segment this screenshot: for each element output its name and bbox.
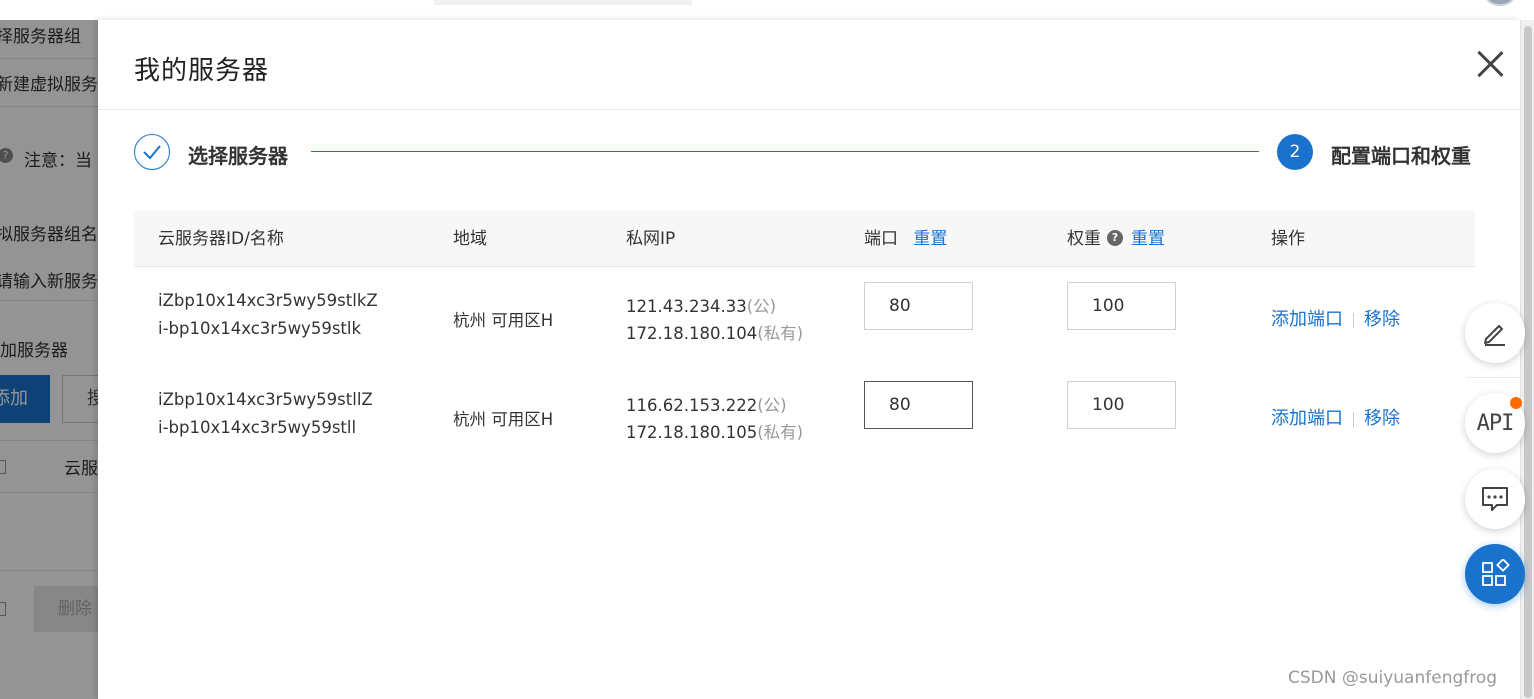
step-select-server: 选择服务器: [188, 144, 288, 168]
col-private-ip: 私网IP: [626, 229, 676, 249]
modal-overlay[interactable]: [0, 20, 98, 699]
port-reset-link[interactable]: 重置: [913, 229, 947, 249]
server-name: iZbp10x14xc3r5wy59stlkZ: [158, 291, 378, 310]
feedback-button[interactable]: [1465, 469, 1525, 529]
row-actions: 添加端口 移除: [1271, 305, 1400, 331]
table-row: iZbp10x14xc3r5wy59stlkZ i-bp10x14xc3r5wy…: [134, 267, 1475, 366]
watermark: CSDN @suiyuanfengfrog: [1288, 668, 1498, 688]
remove-link[interactable]: 移除: [1364, 309, 1400, 330]
notification-dot: [1510, 397, 1522, 409]
private-ip: 172.18.180.104(私有): [626, 324, 804, 343]
table-header: 云服务器ID/名称 地域 私网IP 端口 重置 权重? 重置 操作: [134, 211, 1475, 267]
dialog-title: 我的服务器: [134, 56, 270, 86]
col-port: 端口 重置: [864, 211, 947, 267]
port-input[interactable]: 80: [864, 282, 973, 330]
scrollbar[interactable]: [1520, 20, 1534, 699]
top-bar: [0, 0, 1534, 20]
server-id-link[interactable]: i-bp10x14xc3r5wy59stll: [158, 418, 356, 437]
my-servers-dialog: 我的服务器 选择服务器 2 配置端口和权重 云服务器ID/名称 地域 私网IP …: [98, 20, 1520, 699]
server-region: 杭州 可用区H: [453, 410, 554, 429]
search-bar[interactable]: [434, 0, 692, 5]
divider: [98, 109, 1520, 110]
edit-button[interactable]: [1465, 303, 1525, 363]
scrollbar-thumb[interactable]: [1524, 26, 1532, 698]
table-row: iZbp10x14xc3r5wy59stllZ i-bp10x14xc3r5wy…: [134, 366, 1475, 465]
check-icon: [143, 145, 161, 160]
step-connector: [311, 151, 1259, 152]
apps-icon: [1482, 559, 1510, 586]
step-configure-port-weight: 配置端口和权重: [1331, 144, 1471, 168]
col-actions: 操作: [1271, 229, 1305, 249]
weight-input[interactable]: 100: [1067, 282, 1176, 330]
close-icon[interactable]: [1476, 50, 1504, 78]
remove-link[interactable]: 移除: [1364, 408, 1400, 429]
apps-button[interactable]: [1465, 544, 1525, 604]
public-ip: 116.62.153.222(公): [626, 396, 787, 415]
help-icon[interactable]: ?: [1107, 230, 1123, 246]
add-port-link[interactable]: 添加端口: [1271, 408, 1343, 429]
col-region: 地域: [453, 229, 487, 249]
api-icon: API: [1476, 410, 1515, 436]
add-port-link[interactable]: 添加端口: [1271, 309, 1343, 330]
port-input[interactable]: 80: [864, 381, 973, 429]
weight-reset-link[interactable]: 重置: [1131, 229, 1165, 249]
avatar[interactable]: [1486, 0, 1514, 6]
server-name: iZbp10x14xc3r5wy59stllZ: [158, 390, 373, 409]
col-port-label: 端口: [864, 229, 898, 249]
server-table: 云服务器ID/名称 地域 私网IP 端口 重置 权重? 重置 操作 iZbp10x…: [134, 211, 1475, 465]
step-done-indicator: [134, 134, 170, 170]
col-id-name: 云服务器ID/名称: [158, 229, 284, 249]
step-number-2: 2: [1277, 134, 1313, 170]
edit-icon: [1484, 325, 1505, 346]
private-ip: 172.18.180.105(私有): [626, 423, 804, 442]
col-weight-label: 权重: [1067, 229, 1101, 249]
divider: [1466, 377, 1522, 378]
weight-input[interactable]: 100: [1067, 381, 1176, 429]
server-id-link[interactable]: i-bp10x14xc3r5wy59stlk: [158, 319, 361, 338]
public-ip: 121.43.234.33(公): [626, 297, 777, 316]
chat-icon: [1482, 487, 1508, 511]
row-actions: 添加端口 移除: [1271, 404, 1400, 430]
col-weight: 权重? 重置: [1067, 211, 1165, 267]
server-region: 杭州 可用区H: [453, 311, 554, 330]
